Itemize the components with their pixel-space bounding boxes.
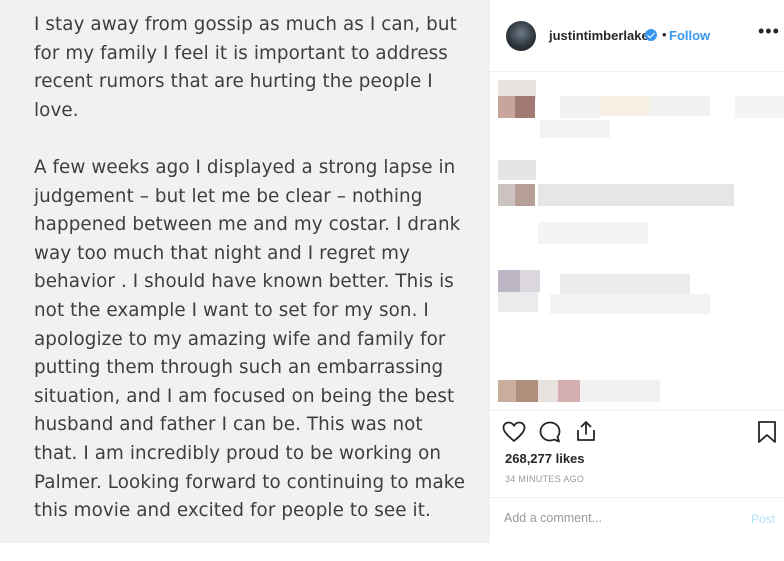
blur-block bbox=[498, 184, 516, 206]
blur-block bbox=[600, 96, 650, 116]
note-line: for my family I feel it is important to … bbox=[34, 42, 448, 64]
note-paragraph-1: I stay away from gossip as much as I can… bbox=[34, 11, 457, 125]
heart-icon[interactable] bbox=[502, 421, 526, 443]
note-line: Palmer. Looking forward to continuing to… bbox=[34, 471, 466, 493]
note-paragraph-2: A few weeks ago I displayed a strong lap… bbox=[34, 154, 465, 526]
note-line: situation, and I am focused on being the… bbox=[34, 385, 455, 407]
blur-block bbox=[735, 96, 784, 118]
likes-count[interactable]: 268,277 likes bbox=[505, 451, 585, 466]
post-side-panel: justintimberlake • Follow ••• 268,277 li… bbox=[489, 0, 784, 543]
avatar[interactable] bbox=[506, 21, 536, 51]
username-link[interactable]: justintimberlake bbox=[549, 28, 649, 43]
blur-block bbox=[498, 270, 520, 292]
note-line: love. bbox=[34, 99, 79, 121]
blur-block bbox=[650, 96, 710, 116]
note-line: apologize to my amazing wife and family … bbox=[34, 328, 446, 350]
note-line: way too much that night and I regret my bbox=[34, 242, 410, 264]
post-timestamp[interactable]: 34 MINUTES AGO bbox=[505, 474, 584, 484]
blur-block bbox=[538, 380, 558, 402]
comment-input[interactable]: Add a comment... bbox=[504, 511, 602, 525]
verified-badge-icon bbox=[645, 29, 657, 41]
note-line: happened between me and my costar. I dra… bbox=[34, 214, 461, 236]
more-options-icon[interactable]: ••• bbox=[758, 22, 780, 40]
blur-block bbox=[540, 120, 610, 138]
note-line: I stay away from gossip as much as I can… bbox=[34, 14, 457, 35]
blur-block bbox=[538, 184, 734, 206]
note-line: A few weeks ago I displayed a strong lap… bbox=[34, 157, 456, 178]
blur-block bbox=[580, 380, 660, 402]
note-line: recent rumors that are hurting the peopl… bbox=[34, 71, 433, 93]
blur-block bbox=[560, 274, 690, 294]
blur-block bbox=[515, 96, 535, 118]
blur-block bbox=[558, 380, 580, 402]
share-icon[interactable] bbox=[574, 419, 598, 443]
note-line: behavior . I should have known better. T… bbox=[34, 271, 454, 293]
post-comment-button[interactable]: Post bbox=[751, 512, 775, 526]
blur-block bbox=[538, 222, 648, 244]
comment-icon[interactable] bbox=[538, 420, 562, 444]
separator-dot: • bbox=[662, 27, 667, 42]
post-header: justintimberlake • Follow ••• bbox=[490, 0, 784, 72]
blur-block bbox=[498, 292, 538, 312]
bookmark-icon[interactable] bbox=[757, 420, 777, 444]
note-line: that. I am incredibly proud to be workin… bbox=[34, 442, 442, 464]
blur-block bbox=[515, 184, 535, 206]
blur-block bbox=[520, 270, 540, 292]
note-line: judgement – but let me be clear – nothin… bbox=[34, 185, 423, 207]
note-line: putting them through such an embarrassin… bbox=[34, 357, 444, 379]
blur-block bbox=[550, 294, 710, 314]
post-actions: 268,277 likes 34 MINUTES AGO Add a comme… bbox=[490, 410, 784, 561]
comments-area-blurred bbox=[490, 72, 784, 410]
post-image: I stay away from gossip as much as I can… bbox=[0, 0, 489, 543]
blur-block bbox=[560, 96, 600, 118]
blur-block bbox=[498, 160, 536, 180]
note-line: not the example I want to set for my son… bbox=[34, 299, 429, 321]
blur-block bbox=[516, 380, 538, 402]
blur-block bbox=[498, 380, 516, 402]
note-line: this movie and excited for people to see… bbox=[34, 500, 431, 522]
note-line: husband and father I can be. This was no… bbox=[34, 414, 423, 436]
follow-button[interactable]: Follow bbox=[669, 28, 710, 43]
